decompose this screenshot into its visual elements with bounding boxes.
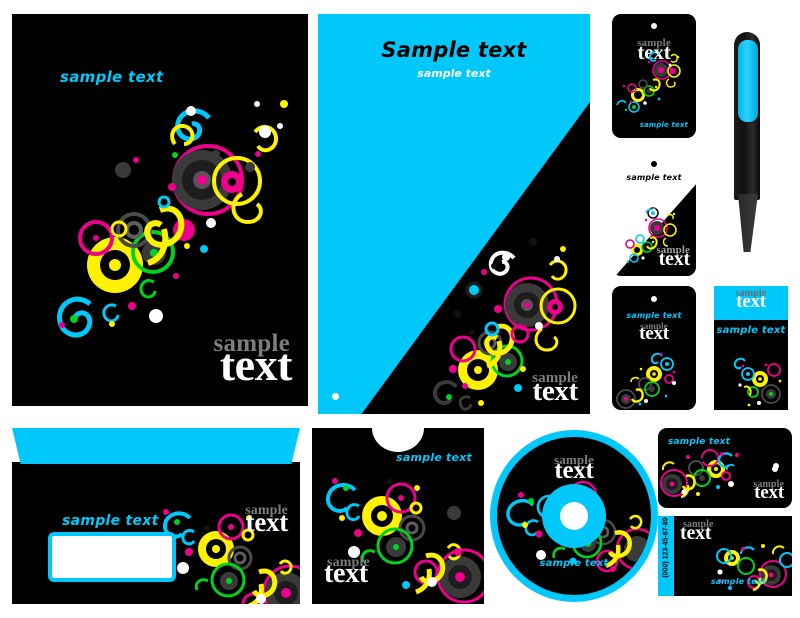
vertical-card-cyan-band[interactable]: sample text sample text	[714, 286, 788, 410]
folder-script-text: sample text	[60, 68, 164, 86]
logo-text-word: text	[554, 457, 594, 484]
presentation-folder[interactable]: sample text sample text	[12, 14, 308, 406]
tag-script-text: sample text	[639, 121, 688, 129]
logo-text-word: text	[532, 375, 578, 407]
card-logo: sample text	[680, 520, 714, 544]
card-logo: sample text	[714, 289, 788, 312]
sleeve-script-text: sample text	[396, 451, 472, 464]
business-card-back[interactable]: (000) 123-45-67-89 sample text sample te…	[658, 516, 792, 596]
sleeve-thumb-notch	[372, 428, 424, 452]
tag-hole-icon	[651, 161, 657, 167]
letterhead-logo: sample text	[532, 371, 578, 406]
cd-center-hole	[560, 502, 588, 530]
logo-text-word: text	[736, 291, 766, 312]
tag-script-text: sample text	[626, 173, 682, 182]
business-card-front[interactable]: sample text sample text	[658, 428, 792, 508]
logo-text-word: text	[639, 323, 669, 344]
envelope-logo: sample text	[245, 504, 288, 536]
folder-logo: sample text	[214, 331, 293, 388]
swirl-artwork	[612, 14, 696, 138]
logo-text-word: text	[324, 558, 368, 589]
logo-text-word: text	[680, 522, 712, 544]
card-logo: sample text	[753, 480, 784, 503]
hang-tag-white[interactable]: sample text sample text	[612, 152, 696, 276]
stationery-mockup-sheet: sample text sample text Sample text samp…	[0, 0, 800, 618]
letterhead-bullet-dot	[332, 393, 339, 400]
logo-text-word: text	[658, 248, 691, 270]
card-script-text: sample text	[626, 311, 682, 320]
cd-logo: sample text	[497, 453, 651, 483]
envelope-script-text: sample text	[62, 513, 159, 529]
sleeve-logo: sample text	[324, 556, 370, 588]
card-dot	[772, 466, 778, 472]
tag-logo: sample text	[656, 245, 691, 270]
tag-logo: sample text	[612, 38, 696, 63]
letterhead-heading-block: Sample text sample text	[318, 38, 590, 80]
letterhead-subhead: sample text	[417, 67, 491, 80]
swirl-artwork	[612, 286, 696, 410]
logo-text-word: text	[754, 482, 784, 503]
pen-tip	[738, 194, 758, 252]
hang-tag-black[interactable]: sample text sample text	[612, 14, 696, 138]
logo-text-word: text	[219, 339, 293, 390]
vertical-card-black[interactable]: sample text sample text	[612, 286, 696, 410]
card-cyan-side-bar: (000) 123-45-67-89	[658, 516, 674, 596]
logo-text-word: text	[637, 40, 671, 64]
cd-script-text: sample text	[539, 558, 609, 569]
letterhead[interactable]: Sample text sample text sample text	[318, 14, 590, 414]
cd-sleeve[interactable]: sample text sample text	[312, 428, 484, 604]
envelope-address-window[interactable]	[48, 532, 176, 582]
card-phone-number: (000) 123-45-67-89	[662, 517, 670, 578]
tag-hole-icon	[651, 23, 657, 29]
envelope[interactable]: sample text sample text	[12, 428, 300, 604]
letterhead-headline: Sample text	[381, 38, 527, 62]
card-hole-icon	[651, 296, 657, 302]
card-script-text: sample text	[710, 577, 766, 586]
cd-disc[interactable]: sample text sample text	[490, 430, 658, 602]
card-script-text: sample text	[668, 437, 731, 447]
envelope-flap	[12, 428, 300, 464]
branded-pen[interactable]	[726, 32, 770, 254]
logo-text-word: text	[245, 507, 289, 537]
card-logo: sample text	[612, 322, 696, 344]
card-script-text: sample text	[716, 325, 786, 336]
pen-grip-cyan	[738, 40, 758, 122]
